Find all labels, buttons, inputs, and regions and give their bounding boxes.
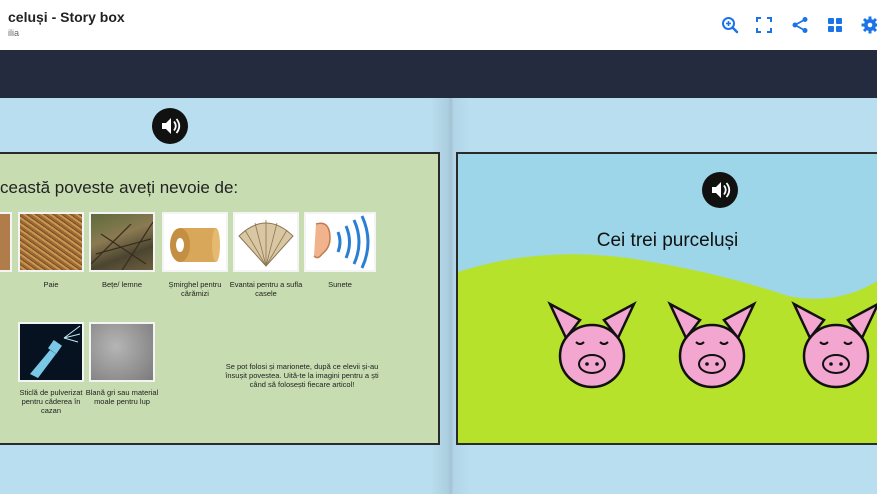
speaker-icon	[162, 118, 181, 134]
right-page: Cei trei purceluși	[456, 152, 877, 445]
left-audio-button[interactable]	[152, 108, 188, 144]
pig-face-illustration	[791, 301, 877, 389]
share-icon[interactable]	[790, 15, 810, 35]
gear-icon[interactable]	[860, 15, 877, 35]
material-image	[0, 212, 12, 272]
book-header-bar	[0, 50, 877, 98]
left-page: ceastă poveste aveți nevoie de: Paie Beț…	[0, 152, 440, 445]
pig-face-illustration	[667, 301, 757, 389]
story-author: ilia	[8, 28, 20, 38]
materials-heading: ceastă poveste aveți nevoie de:	[0, 178, 239, 197]
speaker-icon	[712, 182, 731, 198]
right-audio-button[interactable]	[702, 172, 738, 208]
fullscreen-icon[interactable]	[754, 15, 774, 35]
material-label: Evantai pentru a sufla casele	[229, 280, 303, 298]
sticks-image	[89, 212, 155, 272]
straw-image	[18, 212, 84, 272]
fan-image	[233, 212, 299, 272]
material-label: Sunete	[328, 280, 352, 289]
material-label: Paie	[43, 280, 59, 289]
material-label: Șmirghel pentru cărămizi	[168, 280, 222, 298]
material-label: Bețe/ lemne	[101, 280, 143, 289]
grid-icon[interactable]	[825, 15, 845, 35]
material-label: Blană gri sau material moale pentru lup	[85, 388, 159, 406]
story-title: celuși - Story box	[8, 9, 125, 25]
story-page-title: Cei trei purceluși	[596, 230, 739, 251]
grey-fur-image	[89, 322, 155, 382]
sandpaper-image	[162, 212, 228, 272]
spray-bottle-image	[18, 322, 84, 382]
sound-ear-image	[304, 212, 376, 272]
usage-note: Se pot folosi și marionete, după ce elev…	[225, 362, 379, 389]
material-label: Sticlă de pulverizat pentru căderea în c…	[19, 388, 83, 415]
zoom-in-icon[interactable]	[720, 15, 740, 35]
pig-face-illustration	[547, 301, 637, 389]
top-bar: celuși - Story box ilia	[0, 0, 877, 50]
